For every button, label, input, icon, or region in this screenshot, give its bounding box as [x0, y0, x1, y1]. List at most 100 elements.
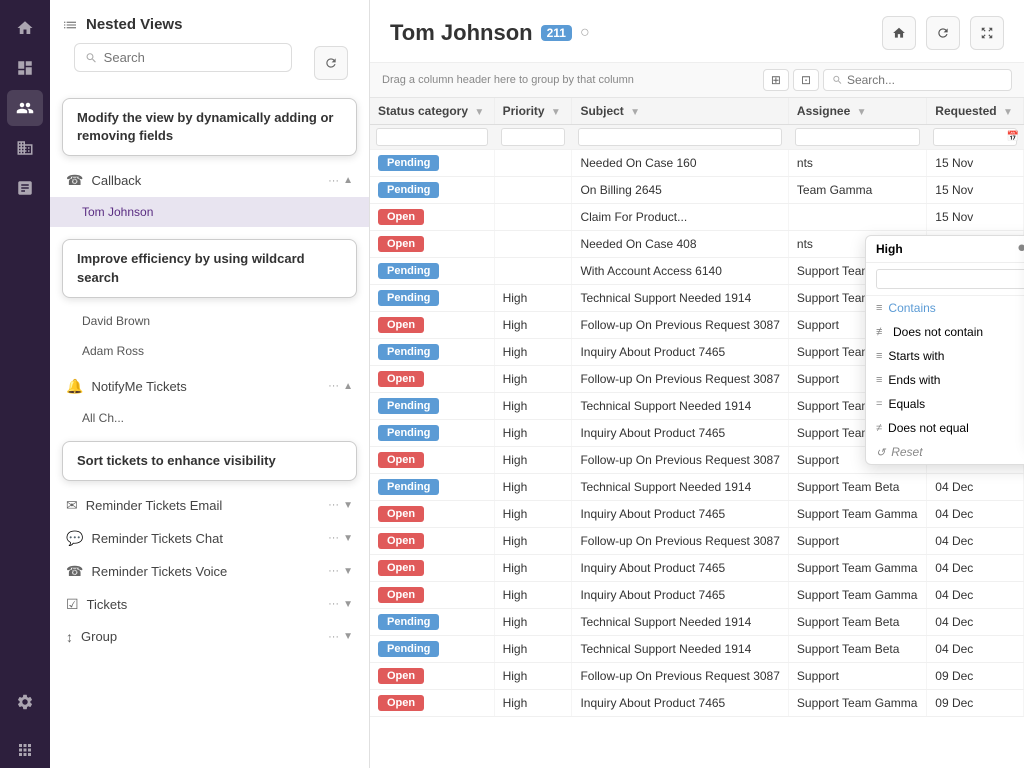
- sidebar-item-reminder-email[interactable]: ✉ Reminder Tickets Email ··· ▼: [50, 489, 369, 522]
- cell-subject-1: On Billing 2645: [572, 177, 788, 204]
- requested-search-input[interactable]: [933, 128, 1017, 146]
- sidebar-item-callback[interactable]: ☎ Callback ··· ▲: [50, 164, 369, 197]
- sidebar-item-notifyme[interactable]: 🔔 NotifyMe Tickets ··· ▲: [50, 370, 369, 403]
- status-search-input[interactable]: [376, 128, 488, 146]
- requested-filter-icon[interactable]: ▼: [1003, 107, 1013, 118]
- filter-search-container[interactable]: [866, 263, 1024, 296]
- status-badge-1: Pending: [378, 182, 439, 198]
- nav-home-icon[interactable]: [7, 10, 43, 46]
- ends-with-icon: ≡: [876, 374, 882, 386]
- cell-subject-12: Technical Support Needed 1914: [572, 474, 788, 501]
- nav-chart-icon[interactable]: [7, 170, 43, 206]
- sidebar-item-reminder-chat[interactable]: 💬 Reminder Tickets Chat ··· ▼: [50, 522, 369, 555]
- cell-priority-14: High: [494, 528, 572, 555]
- nested-views-icon: [62, 17, 78, 33]
- home-button[interactable]: [882, 16, 916, 50]
- sidebar-item-reminder-chat-actions: ··· ▼: [328, 532, 353, 544]
- notifyme-chevron[interactable]: ▲: [343, 381, 353, 392]
- sidebar-search-input[interactable]: [104, 50, 281, 65]
- tooltip-wildcard: Improve efficiency by using wildcard sea…: [62, 239, 357, 297]
- reminder-email-dots[interactable]: ···: [328, 499, 339, 511]
- reminder-voice-icon: ☎: [66, 563, 83, 580]
- reminder-chat-icon: 💬: [66, 530, 83, 547]
- sidebar-search-bar[interactable]: [74, 43, 292, 72]
- table-header-row: Status category ▼ Priority ▼ Subject ▼ A…: [370, 98, 1024, 125]
- priority-filter-icon[interactable]: ▼: [551, 107, 561, 118]
- sidebar-item-adam-ross[interactable]: Adam Ross: [50, 336, 369, 366]
- nav-users-icon[interactable]: [7, 90, 43, 126]
- notifyme-dots[interactable]: ···: [328, 380, 339, 392]
- nav-settings-icon[interactable]: [7, 684, 43, 720]
- cell-requested-1: 15 Nov: [927, 177, 1024, 204]
- filter-option-not-equals[interactable]: ≠ Does not equal: [866, 416, 1024, 440]
- cell-priority-11: High: [494, 447, 572, 474]
- assignee-filter-icon[interactable]: ▼: [857, 107, 867, 118]
- group-dots[interactable]: ···: [328, 631, 339, 643]
- callback-dots[interactable]: ···: [328, 175, 339, 187]
- sidebar-item-tom-johnson[interactable]: Tom Johnson: [50, 197, 369, 227]
- view-toggle-icon[interactable]: ⊞: [763, 69, 789, 91]
- sidebar-refresh-button[interactable]: [314, 46, 348, 80]
- sidebar-item-group[interactable]: ↕ Group ··· ▼: [50, 621, 369, 653]
- requested-calendar-icon[interactable]: 📅: [1007, 132, 1019, 143]
- sidebar-item-tickets[interactable]: ☑ Tickets ··· ▼: [50, 588, 369, 621]
- cell-subject-13: Inquiry About Product 7465: [572, 501, 788, 528]
- main-search-toolbar[interactable]: [823, 69, 1012, 91]
- callback-chevron[interactable]: ▲: [343, 175, 353, 186]
- nav-building-icon[interactable]: [7, 130, 43, 166]
- status-badge-7: Pending: [378, 344, 439, 360]
- tickets-dots[interactable]: ···: [328, 598, 339, 610]
- cell-subject-8: Follow-up On Previous Request 3087: [572, 366, 788, 393]
- reminder-chat-chevron[interactable]: ▼: [343, 533, 353, 544]
- filter-option-ends-with[interactable]: ≡ Ends with: [866, 368, 1024, 392]
- filter-option-reset[interactable]: ↺ Reset: [866, 440, 1024, 464]
- filter-search-icon: [1017, 243, 1024, 255]
- sidebar-item-allch[interactable]: All Ch...: [50, 403, 369, 433]
- filter-option-not-contains[interactable]: ≢ Does not contain: [866, 320, 1024, 344]
- priority-search-input[interactable]: [501, 128, 566, 146]
- sidebar-item-reminder-voice[interactable]: ☎ Reminder Tickets Voice ··· ▼: [50, 555, 369, 588]
- cell-status-11: Open: [370, 447, 494, 474]
- subject-filter-icon[interactable]: ▼: [630, 107, 640, 118]
- refresh-button[interactable]: [926, 16, 960, 50]
- subject-search-input[interactable]: [578, 128, 781, 146]
- sidebar-header: Nested Views: [50, 0, 369, 43]
- cell-assignee-16: Support Team Gamma: [788, 582, 926, 609]
- reminder-email-chevron[interactable]: ▼: [343, 500, 353, 511]
- ticket-count-badge: 211: [541, 25, 572, 41]
- filter-search-input[interactable]: [876, 269, 1024, 289]
- table-row: Open High Inquiry About Product 7465 Sup…: [370, 690, 1024, 717]
- reminder-voice-dots[interactable]: ···: [328, 565, 339, 577]
- filter-option-equals[interactable]: = Equals: [866, 392, 1024, 416]
- status-badge-6: Open: [378, 317, 424, 333]
- assignee-search-input[interactable]: [795, 128, 920, 146]
- main-search-input[interactable]: [847, 73, 1003, 87]
- cell-status-13: Open: [370, 501, 494, 528]
- reminder-voice-chevron[interactable]: ▼: [343, 566, 353, 577]
- filter-dropdown[interactable]: High ≡ Contains ≢ Does not contain ≡ Sta…: [865, 235, 1024, 465]
- cell-subject-3: Needed On Case 408: [572, 231, 788, 258]
- group-chevron[interactable]: ▼: [343, 631, 353, 642]
- filter-option-starts-with[interactable]: ≡ Starts with: [866, 344, 1024, 368]
- cell-priority-13: High: [494, 501, 572, 528]
- contains-icon: ≡: [876, 302, 882, 314]
- column-chooser-icon[interactable]: ⊡: [793, 69, 819, 91]
- table-row: Pending High Technical Support Needed 19…: [370, 636, 1024, 663]
- cell-subject-11: Follow-up On Previous Request 3087: [572, 447, 788, 474]
- filter-option-not-contains-label: Does not contain: [893, 325, 983, 339]
- nav-menu-icon[interactable]: [7, 732, 43, 768]
- status-badge-8: Open: [378, 371, 424, 387]
- tickets-chevron[interactable]: ▼: [343, 599, 353, 610]
- reminder-chat-dots[interactable]: ···: [328, 532, 339, 544]
- status-filter-icon[interactable]: ▼: [474, 107, 484, 118]
- nav-dashboard-icon[interactable]: [7, 50, 43, 86]
- sidebar-item-david-brown[interactable]: David Brown: [50, 306, 369, 336]
- cell-priority-9: High: [494, 393, 572, 420]
- not-contains-icon: ≢: [876, 326, 887, 338]
- cell-assignee-2: [788, 204, 926, 231]
- status-badge-11: Open: [378, 452, 424, 468]
- collapse-button[interactable]: [970, 16, 1004, 50]
- cell-status-18: Pending: [370, 636, 494, 663]
- cell-subject-7: Inquiry About Product 7465: [572, 339, 788, 366]
- filter-option-contains[interactable]: ≡ Contains: [866, 296, 1024, 320]
